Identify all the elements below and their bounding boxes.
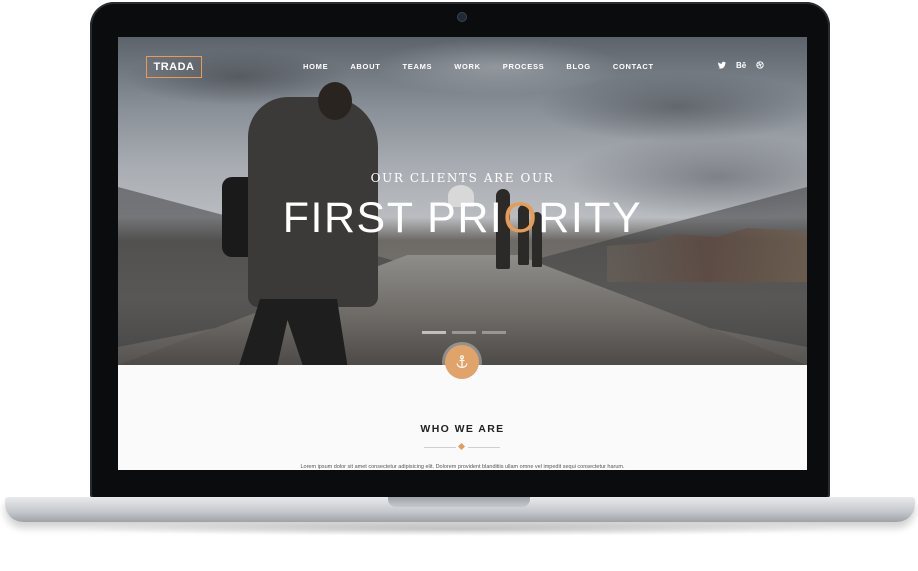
- heading-divider: [424, 442, 500, 451]
- divider-diamond-icon: [457, 442, 466, 451]
- hero-title-end: RITY: [538, 194, 643, 242]
- scroll-down-button[interactable]: [445, 345, 479, 379]
- hero-title-start: FIRST PRI: [282, 194, 504, 242]
- hero-man-head: [318, 82, 352, 120]
- slider-indicators: [422, 331, 506, 334]
- website-screen: TRADA HOME ABOUT TEAMS WORK PROCESS BLOG…: [118, 37, 807, 470]
- hero-title: FIRST PRIORITY: [118, 193, 807, 243]
- divider-line: [468, 447, 500, 448]
- divider-line: [424, 447, 456, 448]
- nav-home[interactable]: HOME: [303, 62, 328, 71]
- anchor-icon: [456, 355, 468, 369]
- nav-work[interactable]: WORK: [454, 62, 481, 71]
- hero-section: TRADA HOME ABOUT TEAMS WORK PROCESS BLOG…: [118, 37, 807, 365]
- nav-process[interactable]: PROCESS: [503, 62, 545, 71]
- slider-indicator-1[interactable]: [422, 331, 446, 334]
- nav-about[interactable]: ABOUT: [350, 62, 380, 71]
- behance-icon[interactable]: Bē: [736, 61, 746, 71]
- nav-teams[interactable]: TEAMS: [402, 62, 432, 71]
- dribbble-icon[interactable]: [756, 61, 764, 71]
- slider-indicator-2[interactable]: [452, 331, 476, 334]
- laptop-notch: [388, 497, 530, 507]
- webcam: [457, 12, 467, 22]
- nav-contact[interactable]: CONTACT: [613, 62, 654, 71]
- social-links: Bē: [718, 61, 764, 71]
- laptop-mockup: TRADA HOME ABOUT TEAMS WORK PROCESS BLOG…: [0, 0, 918, 571]
- laptop-shadow: [70, 522, 850, 536]
- twitter-icon[interactable]: [718, 61, 726, 71]
- section-body-text: Lorem ipsum dolor sit amet consectetur a…: [300, 464, 625, 470]
- slider-indicator-3[interactable]: [482, 331, 506, 334]
- top-navigation: TRADA HOME ABOUT TEAMS WORK PROCESS BLOG…: [118, 56, 807, 80]
- hero-title-accent-o: O: [503, 194, 539, 242]
- main-menu: HOME ABOUT TEAMS WORK PROCESS BLOG CONTA…: [303, 62, 654, 71]
- hero-subtitle: OUR CLIENTS ARE OUR: [370, 171, 555, 185]
- section-heading: WHO WE ARE: [420, 423, 505, 435]
- nav-blog[interactable]: BLOG: [566, 62, 590, 71]
- site-logo[interactable]: TRADA: [146, 56, 202, 78]
